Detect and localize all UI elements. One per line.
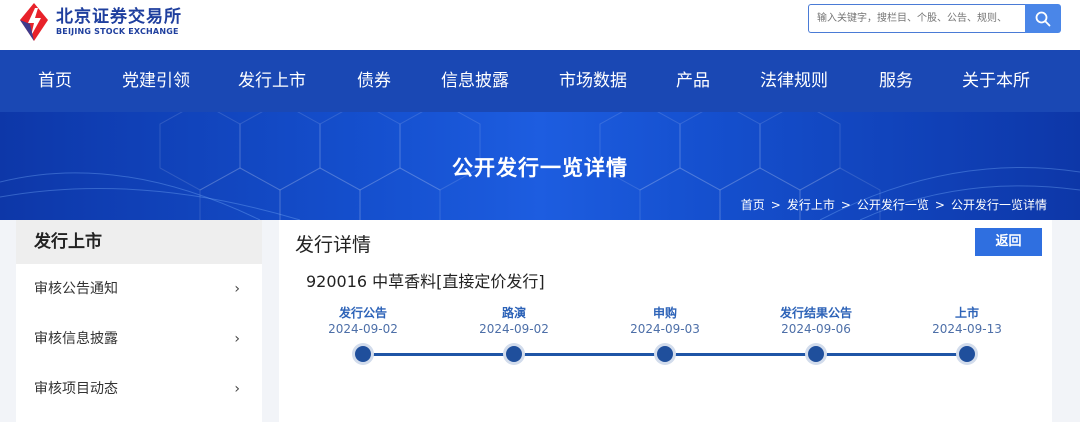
sidebar-item-label: 审核信息披露 bbox=[34, 331, 118, 347]
breadcrumb-separator: > bbox=[770, 198, 781, 212]
chevron-right-icon: › bbox=[234, 281, 240, 297]
timeline-step-name: 发行结果公告 bbox=[779, 306, 853, 320]
timeline-step-date: 2024-09-06 bbox=[781, 322, 851, 336]
bse-logo-icon bbox=[18, 2, 50, 42]
sidebar-title: 发行上市 bbox=[16, 220, 262, 264]
nav-item-about[interactable]: 关于本所 bbox=[962, 50, 1030, 112]
sidebar-item-review-notices[interactable]: 审核公告通知 › bbox=[16, 264, 262, 314]
timeline-step: 发行公告 2024-09-02 bbox=[328, 304, 398, 336]
timeline-step-name: 发行公告 bbox=[338, 306, 387, 320]
breadcrumb-public-offering-list[interactable]: 公开发行一览 bbox=[857, 198, 929, 212]
timeline-step: 上市 2024-09-13 bbox=[932, 304, 1002, 336]
page-banner: 公开发行一览详情 首页 > 发行上市 > 公开发行一览 > 公开发行一览详情 bbox=[0, 112, 1080, 220]
back-button[interactable]: 返回 bbox=[975, 228, 1042, 256]
chevron-right-icon: › bbox=[234, 381, 240, 397]
timeline-step: 申购 2024-09-03 bbox=[630, 304, 700, 336]
timeline-step-date: 2024-09-02 bbox=[328, 322, 398, 336]
panel-title: 发行详情 bbox=[295, 234, 372, 256]
search-box bbox=[808, 4, 1061, 33]
nav-item-home[interactable]: 首页 bbox=[38, 50, 72, 112]
nav-item-services[interactable]: 服务 bbox=[879, 50, 913, 112]
nav-item-issuance-listing[interactable]: 发行上市 bbox=[238, 50, 306, 112]
nav-item-products[interactable]: 产品 bbox=[676, 50, 710, 112]
breadcrumb-issuance-listing[interactable]: 发行上市 bbox=[787, 198, 835, 212]
timeline-dot bbox=[355, 346, 371, 362]
timeline-step: 路演 2024-09-02 bbox=[479, 304, 549, 336]
timeline-step-date: 2024-09-02 bbox=[479, 322, 549, 336]
timeline-dot bbox=[959, 346, 975, 362]
logo-chinese-name: 北京证券交易所 bbox=[56, 6, 182, 27]
timeline-step-name: 申购 bbox=[652, 306, 677, 320]
breadcrumb-home[interactable]: 首页 bbox=[741, 198, 765, 212]
sidebar-item-label: 审核项目动态 bbox=[34, 381, 118, 397]
breadcrumb: 首页 > 发行上市 > 公开发行一览 > 公开发行一览详情 bbox=[741, 196, 1047, 213]
search-icon bbox=[1035, 11, 1051, 26]
timeline-step-date: 2024-09-13 bbox=[932, 322, 1002, 336]
sidebar-item-review-progress[interactable]: 审核项目动态 › bbox=[16, 364, 262, 414]
sidebar-item-label: 审核公告通知 bbox=[34, 281, 118, 297]
bse-logo[interactable]: 北京证券交易所 BEIJING STOCK EXCHANGE bbox=[18, 0, 182, 44]
breadcrumb-current: 公开发行一览详情 bbox=[950, 198, 1047, 212]
timeline-step: 发行结果公告 2024-09-06 bbox=[780, 304, 852, 336]
nav-item-bonds[interactable]: 债券 bbox=[357, 50, 391, 112]
nav-item-party-building[interactable]: 党建引领 bbox=[122, 50, 190, 112]
sidebar: 发行上市 审核公告通知 › 审核信息披露 › 审核项目动态 › bbox=[16, 220, 262, 422]
breadcrumb-separator: > bbox=[840, 198, 851, 212]
nav-item-rules[interactable]: 法律规则 bbox=[760, 50, 828, 112]
nav-item-market-data[interactable]: 市场数据 bbox=[559, 50, 627, 112]
logo-english-name: BEIJING STOCK EXCHANGE bbox=[56, 26, 179, 36]
stock-title: 920016 中草香料[直接定价发行] bbox=[306, 272, 545, 291]
page-title: 公开发行一览详情 bbox=[452, 156, 628, 180]
search-input[interactable] bbox=[808, 4, 1025, 33]
timeline-dot bbox=[657, 346, 673, 362]
issuance-detail-panel: 发行详情 返回 920016 中草香料[直接定价发行] 发行公告 2024-09… bbox=[279, 220, 1052, 422]
timeline-step-name: 路演 bbox=[501, 306, 526, 320]
timeline-step-date: 2024-09-03 bbox=[630, 322, 700, 336]
timeline-step-name: 上市 bbox=[954, 306, 979, 320]
sidebar-item-review-disclosure[interactable]: 审核信息披露 › bbox=[16, 314, 262, 364]
search-button[interactable] bbox=[1025, 4, 1061, 33]
chevron-right-icon: › bbox=[234, 331, 240, 347]
main-nav: 首页 党建引领 发行上市 债券 信息披露 市场数据 产品 法律规则 服务 关于本… bbox=[0, 50, 1080, 112]
nav-item-disclosure[interactable]: 信息披露 bbox=[441, 50, 509, 112]
breadcrumb-separator: > bbox=[934, 198, 945, 212]
timeline-dot bbox=[808, 346, 824, 362]
timeline-dot bbox=[506, 346, 522, 362]
top-bar: 北京证券交易所 BEIJING STOCK EXCHANGE bbox=[0, 0, 1080, 50]
